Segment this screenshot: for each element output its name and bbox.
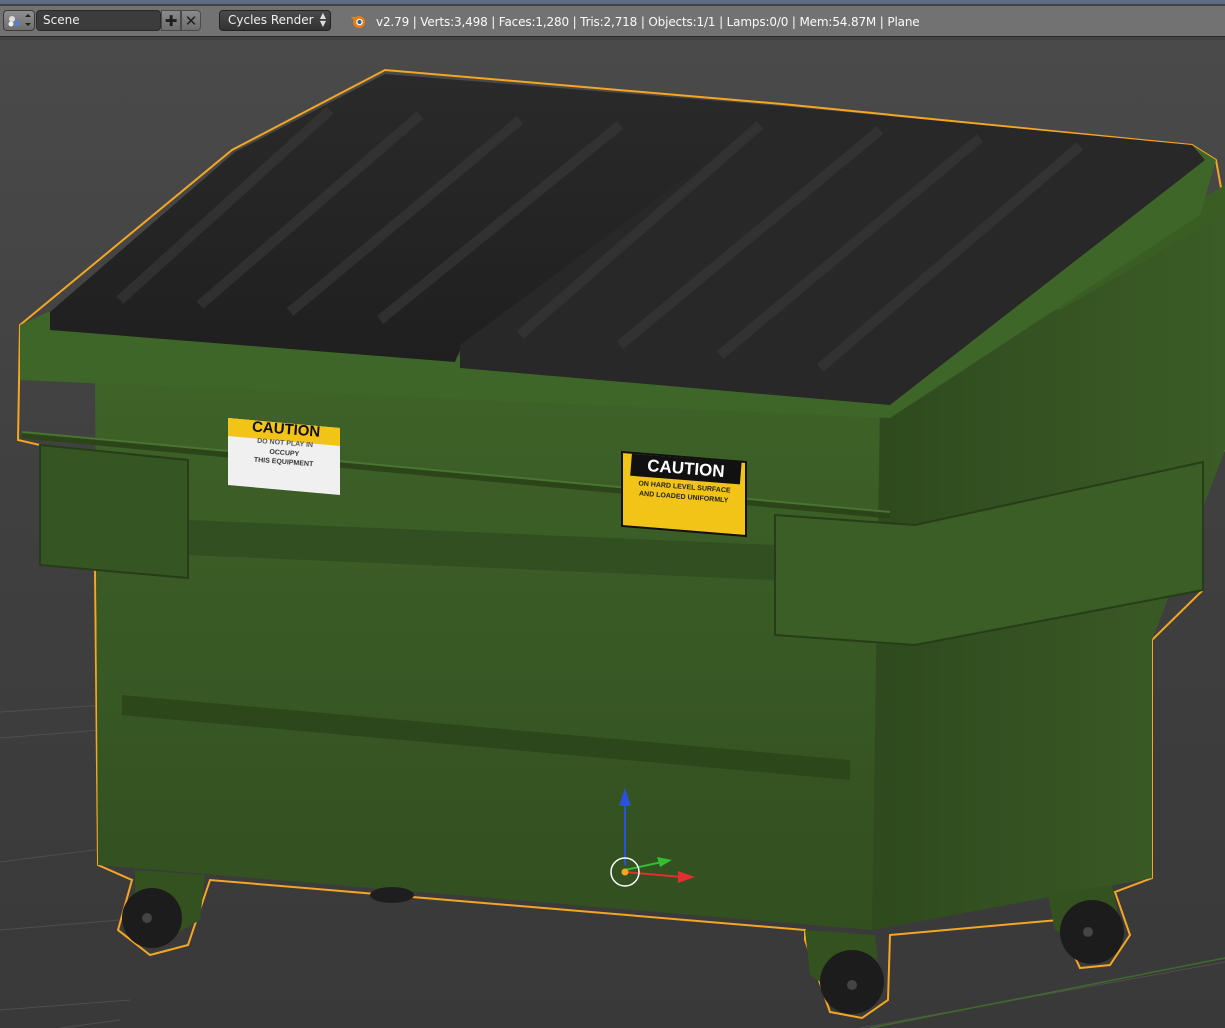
header-accent-strip — [0, 0, 1225, 4]
caster-wheel-front-right — [805, 930, 884, 1014]
scene-name-field[interactable]: Scene — [36, 10, 161, 31]
add-scene-button[interactable]: ✚ — [161, 10, 181, 31]
grid-y-axis-line — [869, 957, 1225, 1028]
caution-decal-left-text: CAUTION DO NOT PLAY IN OCCUPY THIS EQUIP… — [230, 417, 339, 471]
render-engine-dropdown[interactable]: Cycles Render ▲ ▼ — [219, 10, 331, 31]
viewport-canvas — [0, 68, 1225, 1028]
dropdown-arrows-icon: ▲ ▼ — [319, 11, 326, 28]
render-engine-label: Cycles Render — [228, 13, 314, 27]
info-header: Scene ✚ ✕ Cycles Render ▲ ▼ v2.79 | Verts… — [0, 0, 1225, 40]
dumpster-front-panel — [95, 380, 880, 930]
caster-wheel-back-left — [370, 887, 414, 903]
scene-statistics: v2.79 | Verts:3,498 | Faces:1,280 | Tris… — [376, 15, 920, 29]
scene-browse-button[interactable] — [3, 10, 35, 31]
fork-pocket-left — [39, 443, 189, 580]
caution-decal-right-text: CAUTION ON HARD LEVEL SURFACE AND LOADED… — [624, 453, 745, 507]
blender-logo-icon — [351, 16, 365, 28]
x-icon: ✕ — [184, 11, 198, 30]
caster-wheel-back-right — [1048, 885, 1124, 964]
3d-viewport[interactable]: CAUTION DO NOT PLAY IN OCCUPY THIS EQUIP… — [0, 40, 1225, 1028]
dumpster-object[interactable] — [16, 68, 1225, 1020]
delete-scene-button[interactable]: ✕ — [181, 10, 201, 31]
plus-icon: ✚ — [164, 11, 178, 30]
object-origin-dot — [621, 868, 629, 876]
scene-browse-icon — [8, 14, 31, 27]
header-bar: Scene ✚ ✕ Cycles Render ▲ ▼ v2.79 | Verts… — [0, 6, 1225, 37]
caster-wheel-front-left — [122, 870, 205, 948]
